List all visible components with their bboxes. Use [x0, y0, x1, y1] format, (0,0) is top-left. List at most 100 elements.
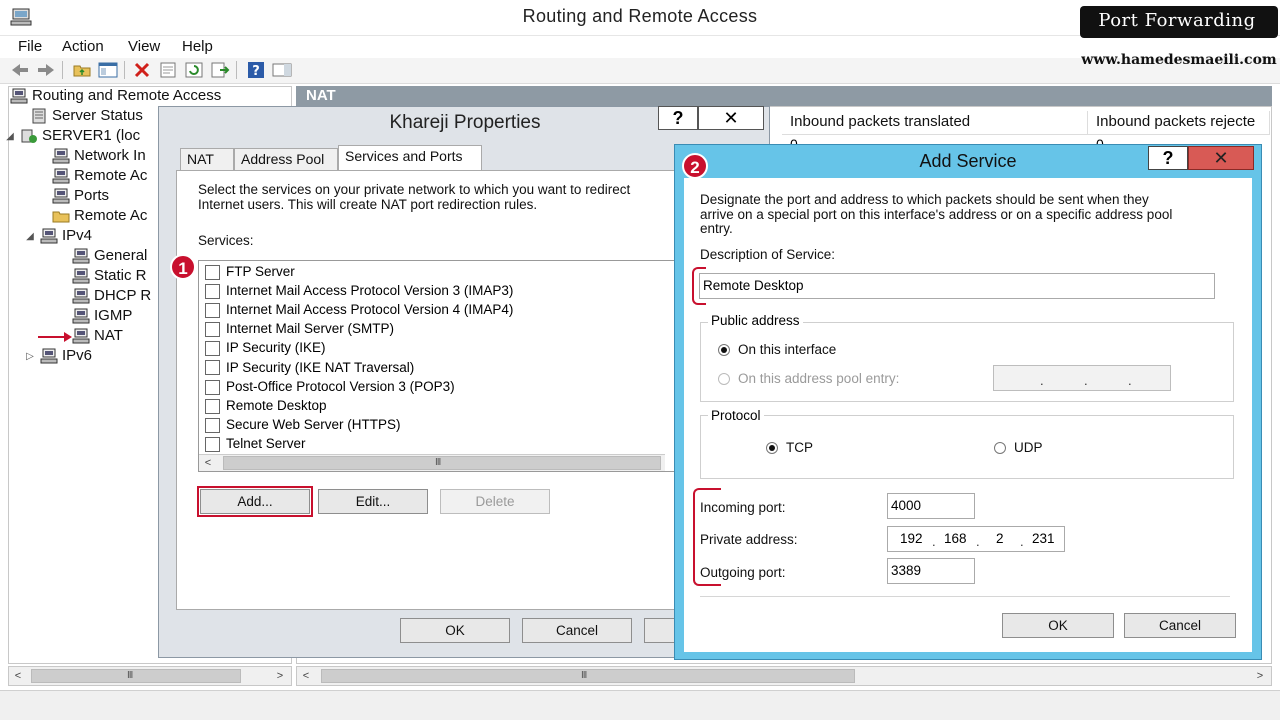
on-pool-radio[interactable]: On this address pool entry: — [718, 371, 899, 386]
tree-item[interactable]: Network In — [52, 147, 146, 167]
tab-services-and-ports[interactable]: Services and Ports — [338, 145, 482, 171]
menu-view[interactable]: View — [128, 38, 160, 55]
menu-help[interactable]: Help — [182, 38, 213, 55]
tree-item-label: SERVER1 (loc — [42, 127, 141, 144]
tree-item[interactable]: IGMP — [72, 307, 132, 327]
khareji-cancel-button[interactable]: Cancel — [522, 618, 632, 643]
scroll-left-arrow[interactable]: < — [297, 667, 315, 685]
service-list-item[interactable]: FTP Server — [199, 264, 295, 283]
tree-item[interactable]: Ports — [52, 187, 109, 207]
khareji-apply-button[interactable] — [644, 618, 676, 643]
service-checkbox[interactable] — [205, 322, 220, 338]
ip-octet-4[interactable]: 231 — [1032, 531, 1055, 546]
tree-item[interactable]: NAT — [72, 327, 123, 347]
refresh-icon[interactable] — [184, 61, 204, 79]
tcp-radio[interactable]: TCP — [766, 440, 813, 455]
tree-item[interactable]: Remote Ac — [52, 207, 147, 227]
scroll-left-arrow[interactable]: < — [9, 667, 27, 685]
service-checkbox[interactable] — [205, 284, 220, 300]
tree-item[interactable]: DHCP R — [72, 287, 151, 307]
branding-site: www.hamedesmaeili.com — [1081, 52, 1277, 68]
service-checkbox[interactable] — [205, 360, 220, 376]
service-checkbox[interactable] — [205, 264, 220, 280]
tree-item-label: Routing and Remote Access — [32, 87, 222, 104]
tree-item[interactable]: ◢ SERVER1 (loc — [6, 127, 141, 147]
incoming-port-input[interactable]: 4000 — [887, 493, 975, 519]
service-checkbox[interactable] — [205, 417, 220, 433]
help-icon[interactable]: ? — [246, 61, 266, 79]
scroll-right-arrow[interactable]: > — [1251, 667, 1269, 685]
show-hide-action-pane-icon[interactable] — [272, 61, 292, 79]
scroll-right-arrow[interactable]: > — [271, 667, 289, 685]
service-list-item[interactable]: IP Security (IKE NAT Traversal) — [199, 360, 414, 379]
ip-octet-2[interactable]: 168 — [944, 531, 967, 546]
scroll-thumb[interactable] — [31, 669, 241, 683]
ip-octet-1[interactable]: 192 — [900, 531, 923, 546]
scroll-thumb[interactable] — [223, 456, 661, 470]
menu-file[interactable]: File — [18, 38, 42, 55]
udp-label: UDP — [1014, 440, 1043, 455]
details-horizontal-scrollbar[interactable]: < III > — [296, 666, 1272, 686]
tree-expander-icon[interactable]: ◢ — [4, 131, 16, 142]
tree-item[interactable]: Server Status — [30, 107, 143, 127]
forward-icon[interactable] — [36, 61, 56, 79]
ip-octet-3[interactable]: 2 — [996, 531, 1004, 546]
scroll-thumb[interactable] — [321, 669, 855, 683]
tab-address-pool[interactable]: Address Pool — [234, 148, 338, 170]
add-service-ok-button[interactable]: OK — [1002, 613, 1114, 638]
tree-horizontal-scrollbar[interactable]: < III > — [8, 666, 292, 686]
service-list-item[interactable]: Internet Mail Access Protocol Version 3 … — [199, 283, 513, 302]
tree-expander-icon[interactable]: ◢ — [24, 231, 36, 242]
service-checkbox[interactable] — [205, 379, 220, 395]
tree-item[interactable]: Routing and Remote Access — [10, 87, 221, 107]
tree-item[interactable]: ◢ IPv4 — [26, 227, 92, 247]
console-tree-icon[interactable] — [98, 61, 118, 79]
tree-expander-icon[interactable]: ▷ — [24, 351, 36, 362]
on-interface-radio[interactable]: On this interface — [718, 342, 836, 357]
add-service-help-button[interactable]: ? — [1148, 146, 1188, 170]
column-inbound-translated[interactable]: Inbound packets translated — [782, 111, 1088, 135]
network-icon — [72, 308, 90, 324]
khareji-close-button[interactable]: ✕ — [698, 106, 764, 130]
service-list-item[interactable]: Remote Desktop — [199, 398, 327, 417]
column-inbound-rejected[interactable]: Inbound packets rejecte — [1088, 111, 1270, 135]
delete-icon[interactable] — [132, 61, 152, 79]
service-checkbox[interactable] — [205, 303, 220, 319]
edit-service-button[interactable]: Edit... — [318, 489, 428, 514]
services-horizontal-scrollbar[interactable]: < III — [199, 454, 665, 471]
server-status-icon — [32, 108, 46, 124]
description-input[interactable]: Remote Desktop — [699, 273, 1215, 299]
service-checkbox[interactable] — [205, 436, 220, 452]
khareji-ok-button[interactable]: OK — [400, 618, 510, 643]
add-service-close-button[interactable]: ✕ — [1188, 146, 1254, 170]
scroll-left-arrow[interactable]: < — [199, 454, 217, 472]
service-list-item[interactable]: Internet Mail Server (SMTP) — [199, 321, 394, 340]
ip-dot: . — [1020, 534, 1024, 549]
add-service-cancel-button[interactable]: Cancel — [1124, 613, 1236, 638]
udp-radio[interactable]: UDP — [994, 440, 1043, 455]
service-list-item[interactable]: Telnet Server — [199, 436, 306, 455]
pool-ip-field[interactable]: . . . — [993, 365, 1171, 391]
tree-item[interactable]: Static R — [72, 267, 147, 287]
outgoing-port-input[interactable]: 3389 — [887, 558, 975, 584]
service-list-item[interactable]: Internet Mail Access Protocol Version 4 … — [199, 302, 513, 321]
private-address-input[interactable]: 192 . 168 . 2 . 231 — [887, 526, 1065, 552]
tree-item[interactable]: ▷ IPv6 — [26, 347, 92, 367]
service-list-item[interactable]: Post-Office Protocol Version 3 (POP3) — [199, 379, 455, 398]
up-folder-icon[interactable] — [72, 61, 92, 79]
menu-action[interactable]: Action — [62, 38, 104, 55]
tree-item[interactable]: Remote Ac — [52, 167, 147, 187]
khareji-help-button[interactable]: ? — [658, 106, 698, 130]
service-checkbox[interactable] — [205, 341, 220, 357]
back-icon[interactable] — [10, 61, 30, 79]
annotation-highlight-add — [197, 486, 313, 517]
tab-nat[interactable]: NAT — [180, 148, 234, 170]
service-label: Internet Mail Access Protocol Version 3 … — [226, 283, 514, 299]
export-list-icon[interactable] — [210, 61, 230, 79]
delete-service-button[interactable]: Delete — [440, 489, 550, 514]
properties-icon[interactable] — [158, 61, 178, 79]
service-list-item[interactable]: Secure Web Server (HTTPS) — [199, 417, 401, 436]
service-checkbox[interactable] — [205, 398, 220, 414]
service-list-item[interactable]: IP Security (IKE) — [199, 340, 326, 359]
tree-item[interactable]: General — [72, 247, 147, 267]
